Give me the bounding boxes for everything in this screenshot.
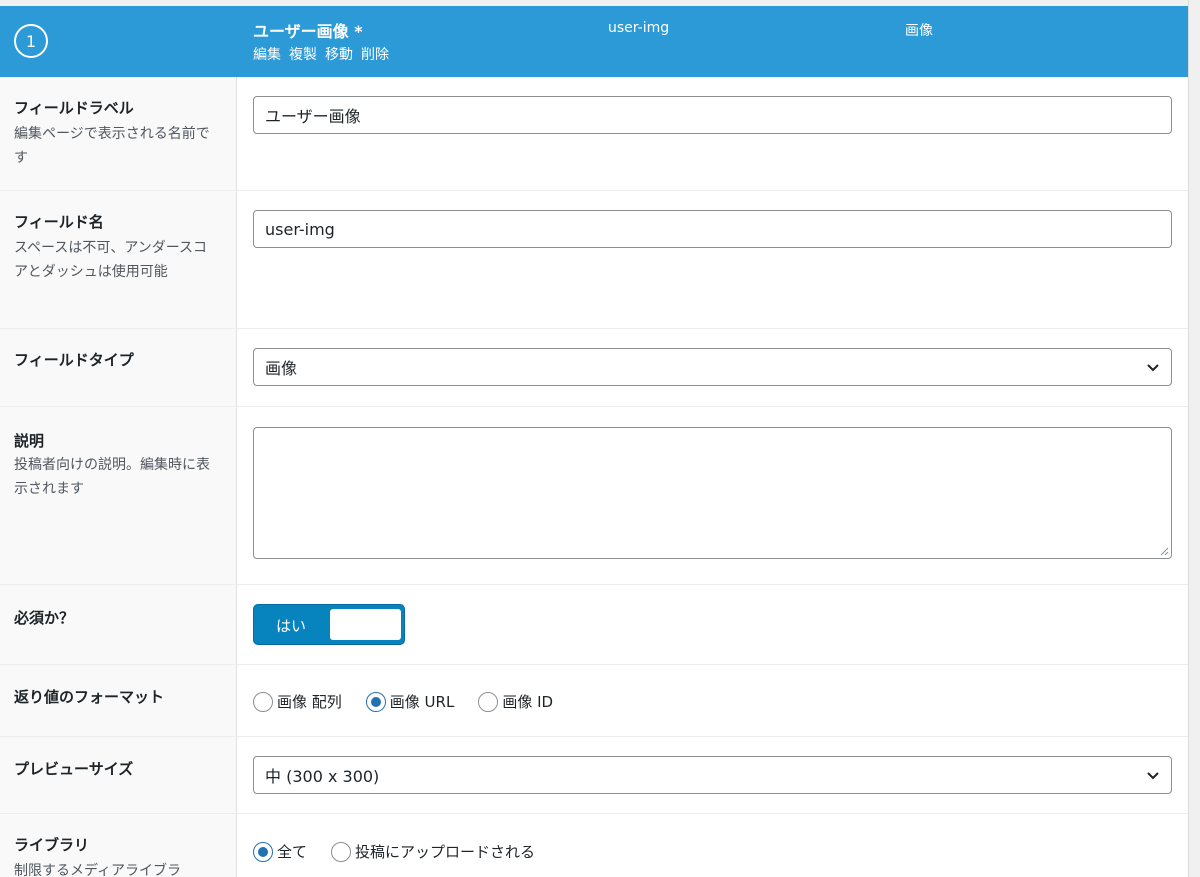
- radio-image-array[interactable]: 画像 配列: [253, 691, 342, 712]
- duplicate-link[interactable]: 複製: [289, 44, 317, 64]
- label-column: 返り値のフォーマット: [0, 665, 237, 736]
- instructions-title: 説明: [14, 432, 45, 450]
- label-column: 必須か？: [0, 585, 237, 664]
- chevron-down-icon: [1147, 364, 1159, 372]
- header-actions: 編集 複製 移動 削除: [253, 44, 389, 64]
- field-type-title: フィールドタイプ: [14, 351, 134, 369]
- radio-label: 投稿にアップロードされる: [355, 843, 536, 861]
- preview-size-select[interactable]: 中 (300 x 300): [253, 756, 1172, 794]
- row-return-format: 返り値のフォーマット 画像 配列 画像 URL 画像 ID: [0, 665, 1188, 737]
- toggle-on-label: はい: [276, 617, 307, 635]
- label-column: フィールドタイプ: [0, 329, 237, 406]
- radio-label: 全て: [277, 843, 308, 861]
- chevron-down-icon: [1147, 772, 1159, 780]
- field-order-number: 1: [25, 31, 37, 51]
- row-required: 必須か？ はい: [0, 585, 1188, 665]
- header-field-label[interactable]: ユーザー画像 *: [253, 18, 363, 42]
- preview-size-value: 中 (300 x 300): [265, 767, 380, 786]
- radio-button[interactable]: [331, 841, 352, 862]
- required-title: 必須か？: [14, 609, 75, 627]
- move-link[interactable]: 移動: [325, 44, 353, 64]
- field-type-select[interactable]: 画像: [253, 348, 1172, 386]
- row-instructions: 説明 投稿者向けの説明。編集時に表示されます: [0, 407, 1188, 585]
- radio-label: 画像 配列: [277, 693, 342, 711]
- row-field-type: フィールドタイプ 画像: [0, 329, 1188, 407]
- label-column: ライブラリ 制限するメディアライブラ: [0, 814, 237, 877]
- radio-library-uploaded[interactable]: 投稿にアップロードされる: [331, 841, 535, 862]
- return-format-title: 返り値のフォーマット: [14, 688, 165, 706]
- radio-button[interactable]: [253, 691, 273, 712]
- return-format-radio-group: 画像 配列 画像 URL 画像 ID: [253, 691, 577, 712]
- library-title: ライブラリ: [14, 836, 90, 854]
- radio-label: 画像 ID: [502, 693, 554, 711]
- field-label-input[interactable]: ユーザー画像: [253, 96, 1172, 134]
- radio-library-all[interactable]: 全て: [253, 841, 307, 862]
- toggle-knob: [330, 609, 401, 640]
- scrollbar-track[interactable]: [1188, 0, 1200, 877]
- row-field-name: フィールド名 スペースは不可、アンダースコアとダッシュは使用可能 user-im…: [0, 191, 1188, 329]
- preview-size-title: プレビューサイズ: [14, 760, 134, 778]
- header-field-type: 画像: [905, 23, 933, 39]
- field-header[interactable]: 1 ユーザー画像 * 編集 複製 移動 削除 user-img 画像: [0, 6, 1188, 77]
- field-name-title: フィールド名: [14, 213, 104, 231]
- field-type-value: 画像: [265, 359, 298, 378]
- resize-grip-icon[interactable]: [1159, 546, 1169, 556]
- row-preview-size: プレビューサイズ 中 (300 x 300): [0, 737, 1188, 814]
- field-label-desc: 編集ページで表示される名前です: [14, 126, 210, 166]
- instructions-textarea[interactable]: [253, 427, 1172, 559]
- field-settings: フィールドラベル 編集ページで表示される名前です ユーザー画像 フィールド名 ス…: [0, 77, 1188, 877]
- field-label-title: フィールドラベル: [14, 99, 134, 117]
- label-column: プレビューサイズ: [0, 737, 237, 813]
- field-name-input[interactable]: user-img: [253, 210, 1172, 248]
- row-library: ライブラリ 制限するメディアライブラ 全て 投稿にアップロードされる: [0, 814, 1188, 877]
- header-field-name: user-img: [608, 20, 670, 36]
- field-name-desc: スペースは不可、アンダースコアとダッシュは使用可能: [14, 240, 208, 280]
- label-column: フィールドラベル 編集ページで表示される名前です: [0, 77, 237, 190]
- field-order-badge[interactable]: 1: [14, 24, 48, 58]
- required-toggle[interactable]: はい: [253, 604, 405, 645]
- radio-image-url[interactable]: 画像 URL: [365, 691, 455, 712]
- edit-link[interactable]: 編集: [253, 44, 281, 64]
- row-field-label: フィールドラベル 編集ページで表示される名前です ユーザー画像: [0, 77, 1188, 191]
- label-column: 説明 投稿者向けの説明。編集時に表示されます: [0, 407, 237, 584]
- radio-button[interactable]: [478, 691, 499, 712]
- radio-button-checked[interactable]: [365, 691, 386, 712]
- library-desc: 制限するメディアライブラ: [14, 863, 182, 877]
- radio-image-id[interactable]: 画像 ID: [478, 691, 553, 712]
- label-column: フィールド名 スペースは不可、アンダースコアとダッシュは使用可能: [0, 191, 237, 328]
- library-radio-group: 全て 投稿にアップロードされる: [253, 841, 559, 862]
- radio-label: 画像 URL: [389, 693, 455, 711]
- radio-button-checked[interactable]: [253, 841, 273, 862]
- instructions-desc: 投稿者向けの説明。編集時に表示されます: [14, 457, 210, 497]
- delete-link[interactable]: 削除: [361, 44, 389, 64]
